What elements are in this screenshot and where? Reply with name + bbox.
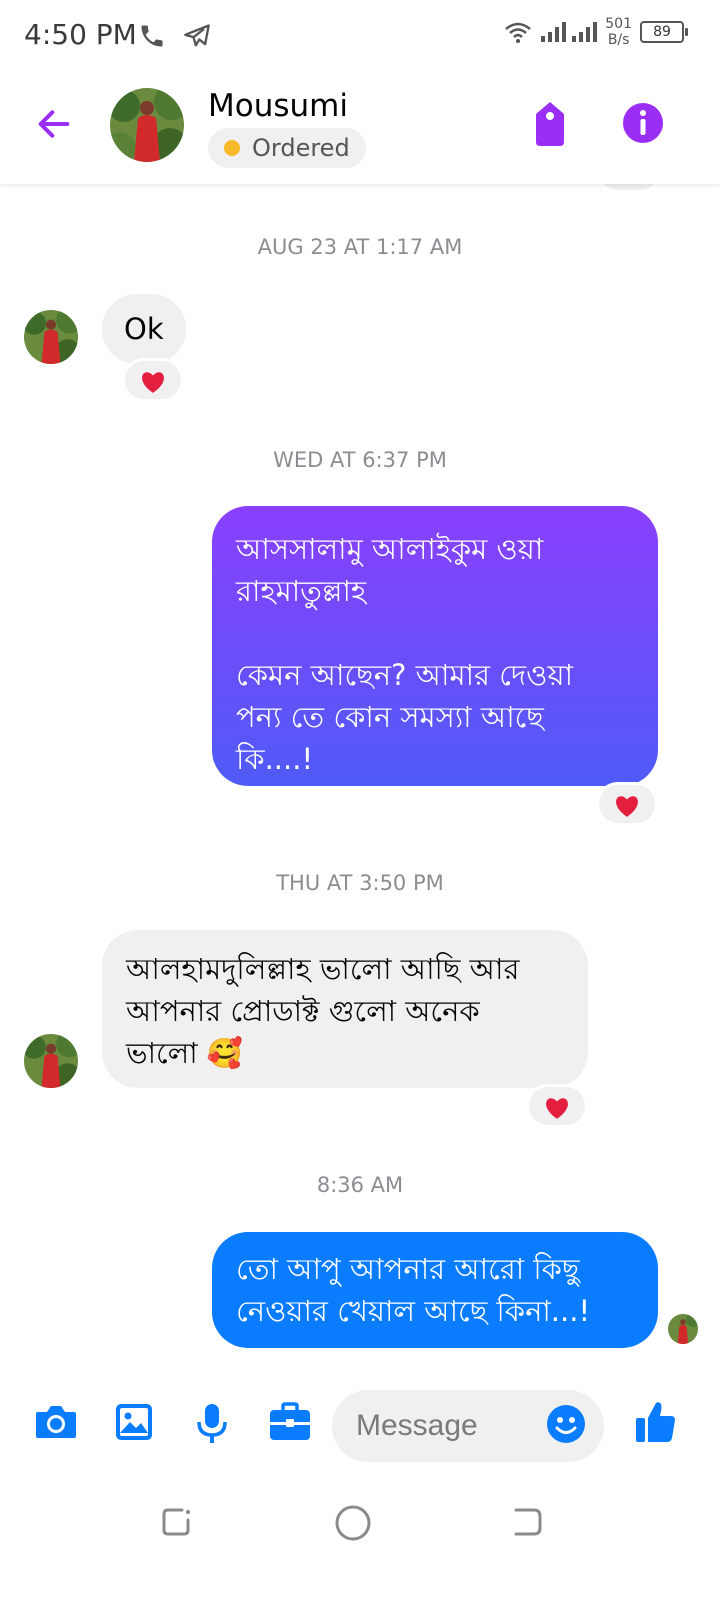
composer bbox=[0, 1380, 720, 1470]
status-dot bbox=[224, 140, 240, 156]
back-arrow-icon[interactable] bbox=[34, 104, 74, 144]
thumbs-up-icon[interactable] bbox=[636, 1400, 676, 1444]
message-bubble-sent[interactable]: তো আপু আপনার আরো কিছু নেওয়ার খেয়াল আছে… bbox=[212, 1232, 658, 1348]
wifi-icon bbox=[505, 22, 532, 43]
battery-indicator: 89 bbox=[640, 21, 688, 43]
clock: 4:50 PM bbox=[24, 18, 137, 51]
message-bubble-received[interactable]: আলহামদুলিল্লাহ ভালো আছি আর আপনার প্রোডাক… bbox=[102, 930, 588, 1088]
message-text: আলহামদুলিল্লাহ ভালো আছি আর আপনার প্রোডাক… bbox=[126, 952, 520, 1070]
avatar[interactable] bbox=[24, 310, 78, 364]
signal-icon bbox=[541, 22, 598, 42]
smiling-hearts-emoji: 🥰 bbox=[206, 1036, 244, 1070]
avatar[interactable] bbox=[24, 1034, 78, 1088]
timestamp: WED AT 6:37 PM bbox=[273, 448, 447, 472]
contact-name[interactable]: Mousumi bbox=[208, 88, 348, 124]
heart-icon bbox=[142, 372, 164, 393]
status-label: Ordered bbox=[252, 134, 350, 162]
emoji-icon[interactable] bbox=[546, 1404, 586, 1444]
home-icon[interactable] bbox=[334, 1504, 372, 1542]
telegram-icon bbox=[184, 24, 210, 47]
order-status-badge[interactable]: Ordered bbox=[208, 128, 366, 168]
back-nav-icon[interactable] bbox=[510, 1504, 546, 1540]
heart-icon bbox=[546, 1098, 568, 1119]
timestamp: THU AT 3:50 PM bbox=[276, 871, 444, 895]
network-speed: 501 B/s bbox=[605, 16, 632, 48]
status-bar: 4:50 PM 501 B/s 89 bbox=[0, 0, 720, 72]
briefcase-icon[interactable] bbox=[268, 1402, 312, 1442]
timestamp: 8:36 AM bbox=[316, 1173, 404, 1197]
recents-icon[interactable] bbox=[158, 1504, 194, 1540]
message-bubble-sent[interactable]: আসসালামু আলাইকুম ওয়া রাহমাতুল্লাহ কেমন … bbox=[212, 506, 658, 786]
gallery-icon[interactable] bbox=[114, 1402, 154, 1442]
message-bubble-received[interactable]: Ok bbox=[102, 294, 186, 364]
heart-icon bbox=[616, 796, 638, 817]
seen-avatar bbox=[668, 1314, 698, 1344]
phone-call-icon bbox=[141, 25, 163, 47]
reaction-chip[interactable] bbox=[122, 358, 184, 402]
system-navigation-bar bbox=[0, 1480, 720, 1600]
timestamp: AUG 23 AT 1:17 AM bbox=[257, 235, 463, 259]
camera-icon[interactable] bbox=[34, 1402, 78, 1442]
reaction-chip[interactable] bbox=[526, 1084, 588, 1128]
chat-header: Mousumi Ordered bbox=[0, 72, 720, 184]
reaction-chip[interactable] bbox=[596, 782, 658, 826]
microphone-icon[interactable] bbox=[196, 1402, 228, 1446]
tag-icon[interactable] bbox=[530, 100, 570, 148]
info-icon[interactable] bbox=[622, 102, 664, 144]
contact-avatar[interactable] bbox=[110, 88, 184, 162]
